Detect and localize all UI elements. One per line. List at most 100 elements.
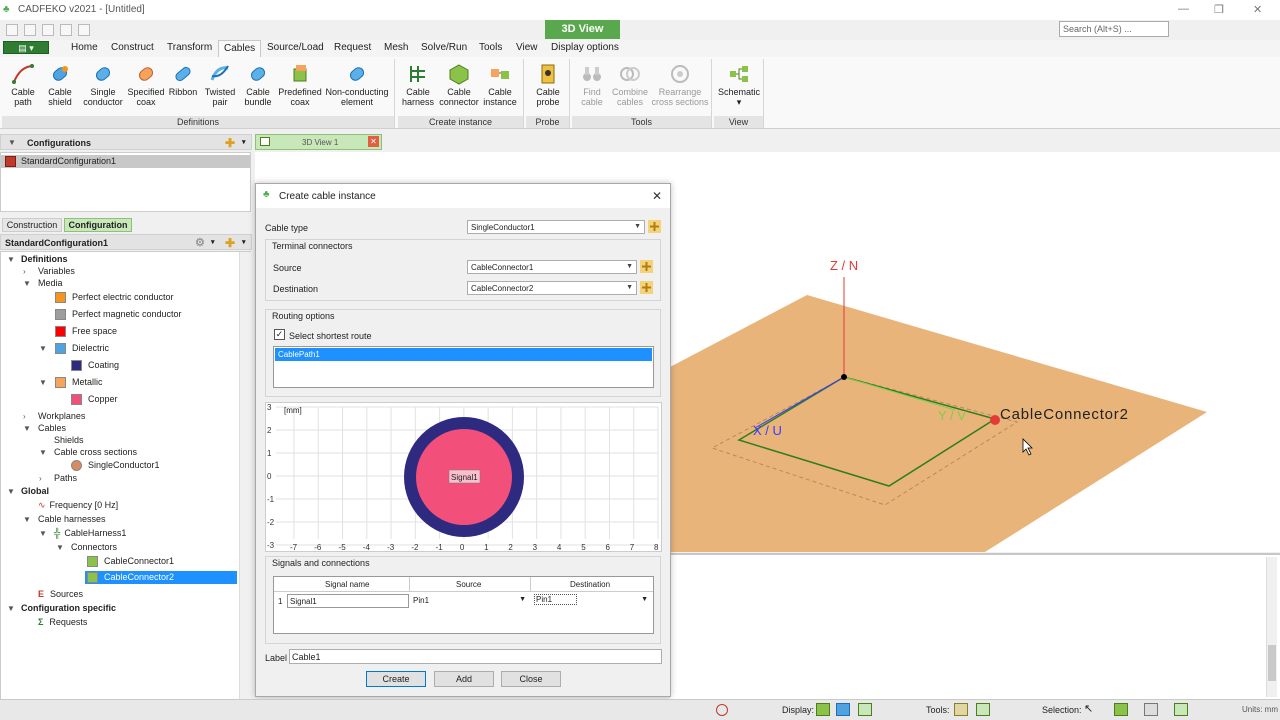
new-file-icon[interactable] [6, 24, 18, 36]
close-button[interactable]: Close [501, 671, 561, 687]
expand-icon[interactable]: ▼ [23, 424, 31, 433]
search-input[interactable]: Search (Alt+S) ... [1059, 21, 1169, 37]
add-source-icon[interactable] [640, 260, 653, 273]
close-icon[interactable]: ✕ [652, 189, 662, 203]
cable-instance-button[interactable]: Cable instance [482, 63, 518, 107]
display-mesh-icon[interactable] [836, 703, 850, 716]
tree-pec[interactable]: Perfect electric conductor [55, 291, 174, 304]
add-cable-type-icon[interactable] [648, 220, 661, 233]
predefined-coax-button[interactable]: Predefined coax [278, 63, 322, 107]
display-cables-icon[interactable] [858, 703, 872, 716]
tree-connector1[interactable]: CableConnector1 [87, 555, 174, 568]
cable-harness-button[interactable]: Cable harness [400, 63, 436, 107]
cable-shield-button[interactable]: Cable shield [44, 63, 76, 107]
tree-dielectric[interactable]: Dielectric [55, 342, 109, 355]
select-edge-icon[interactable] [1174, 703, 1188, 716]
schematic-button[interactable]: Schematic ▾ [716, 63, 762, 107]
find-cable-button[interactable]: Find cable [574, 63, 610, 107]
cable-bundle-button[interactable]: Cable bundle [240, 63, 276, 107]
tab-construct[interactable]: Construct [111, 42, 154, 53]
cable-connector-button[interactable]: Cable connector [438, 63, 480, 107]
signal-source-select[interactable]: Pin1 ▼ [410, 594, 530, 608]
tree-scrollbar[interactable] [239, 252, 251, 700]
add-configuration-icon[interactable]: ✚ [225, 136, 235, 150]
tab-3d-view-1[interactable]: 3D View 1 ✕ [255, 134, 382, 150]
file-menu-button[interactable]: ▤ ▾ [3, 41, 49, 54]
select-part-icon[interactable] [1114, 703, 1128, 716]
expand-icon[interactable]: ▼ [39, 378, 47, 387]
tree-coating[interactable]: Coating [71, 359, 119, 372]
cross-section-plot[interactable]: Signal1 [mm] -7 -6 -5 -4 -3 -2 -1 0 1 2 3 4 5 6 7 8 3 2 1… [265, 402, 662, 552]
expand-icon[interactable]: › [39, 474, 42, 483]
expand-icon[interactable]: ▼ [56, 543, 64, 552]
tree-requests[interactable]: Σ Requests [38, 616, 87, 629]
non-conducting-element-button[interactable]: Non-conducting element [324, 63, 390, 107]
select-face-icon[interactable] [1144, 703, 1158, 716]
tree-free-space[interactable]: Free space [55, 325, 117, 338]
cable-path-button[interactable]: Cable path [7, 63, 39, 107]
minimize-icon[interactable]: — [1178, 3, 1189, 15]
close-tab-icon[interactable]: ✕ [368, 136, 379, 147]
save-icon[interactable] [42, 24, 54, 36]
tree-sources[interactable]: E Sources [38, 588, 83, 601]
expand-icon[interactable]: ▼ [7, 255, 15, 264]
ribbon-button[interactable]: Ribbon [167, 63, 199, 97]
add-destination-icon[interactable] [640, 281, 653, 294]
open-file-icon[interactable] [24, 24, 36, 36]
tree-copper[interactable]: Copper [71, 393, 118, 406]
tab-construction[interactable]: Construction [2, 218, 62, 232]
expand-icon[interactable]: ▼ [39, 448, 47, 457]
tree-connector2[interactable]: CableConnector2 [85, 571, 237, 584]
signal-name-input[interactable]: Signal1 [287, 594, 409, 608]
tab-configuration[interactable]: Configuration [64, 218, 132, 232]
scroll-thumb[interactable] [1268, 645, 1276, 681]
expand-icon[interactable]: ▼ [7, 604, 15, 613]
display-mode-icon[interactable] [816, 703, 830, 716]
route-list[interactable]: CablePath1 [273, 346, 654, 388]
add-icon[interactable]: ✚ [225, 236, 235, 250]
tab-mesh[interactable]: Mesh [384, 42, 408, 53]
add-button[interactable]: Add [434, 671, 494, 687]
tree-cross-sections[interactable]: Cable cross sections [54, 446, 137, 459]
rearrange-cross-sections-button[interactable]: Rearrange cross sections [650, 63, 710, 107]
cable-probe-button[interactable]: Cable probe [530, 63, 566, 107]
measure-icon[interactable] [954, 703, 968, 716]
tree-single-conductor[interactable]: SingleConductor1 [71, 459, 160, 472]
connector2-point[interactable] [990, 415, 1000, 425]
specified-coax-button[interactable]: Specified coax [127, 63, 165, 107]
signal-destination-select[interactable]: Pin1 ▼ [532, 594, 652, 608]
collapse-icon[interactable]: ▼ [8, 138, 16, 147]
expand-icon[interactable]: › [23, 412, 26, 421]
snap-icon[interactable] [976, 703, 990, 716]
cable-type-select[interactable]: SingleConductor1 ▼ [467, 220, 645, 234]
filter-icon[interactable]: ⚙ [195, 236, 205, 249]
tab-view[interactable]: View [516, 42, 538, 53]
undo-icon[interactable] [60, 24, 72, 36]
expand-icon[interactable]: ▼ [39, 529, 47, 538]
chevron-down-icon[interactable]: ▾ [211, 238, 215, 246]
tab-transform[interactable]: Transform [167, 42, 212, 53]
chevron-down-icon[interactable]: ▾ [242, 138, 246, 146]
source-connector-select[interactable]: CableConnector1 ▼ [467, 260, 637, 274]
expand-icon[interactable]: ▼ [39, 344, 47, 353]
tab-display-options[interactable]: Display options [551, 42, 619, 53]
redo-icon[interactable] [78, 24, 90, 36]
single-conductor-button[interactable]: Single conductor [82, 63, 124, 107]
record-icon[interactable] [716, 704, 728, 716]
tab-request[interactable]: Request [334, 42, 371, 53]
chevron-down-icon[interactable]: ▾ [242, 238, 246, 246]
destination-connector-select[interactable]: CableConnector2 ▼ [467, 281, 637, 295]
shortest-route-checkbox[interactable]: ✓ [274, 329, 285, 340]
output-scrollbar[interactable] [1266, 557, 1277, 697]
tree-pmc[interactable]: Perfect magnetic conductor [55, 308, 182, 321]
create-button[interactable]: Create [366, 671, 426, 687]
tab-tools[interactable]: Tools [479, 42, 502, 53]
tree-connectors[interactable]: Connectors [71, 541, 117, 554]
tree-paths[interactable]: Paths [54, 472, 77, 485]
tab-home[interactable]: Home [71, 42, 98, 53]
tree-cable-harnesses[interactable]: Cable harnesses [38, 513, 106, 526]
restore-icon[interactable]: ❐ [1214, 3, 1224, 16]
expand-icon[interactable]: › [23, 267, 26, 276]
tree-metallic[interactable]: Metallic [55, 376, 103, 389]
config-item[interactable]: StandardConfiguration1 [1, 155, 250, 168]
